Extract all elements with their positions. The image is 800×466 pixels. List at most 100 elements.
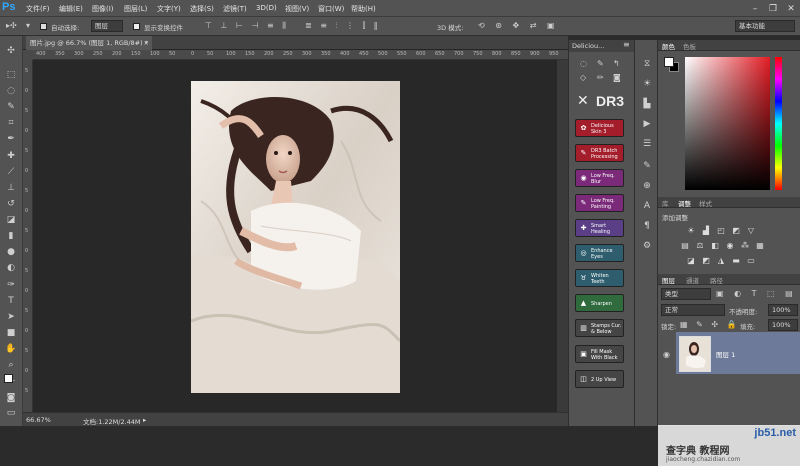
opacity-input[interactable]: 100% xyxy=(768,304,798,316)
distribute-icons[interactable]: ≣ ≡ ⫶ ⋮ ⫿ ‖ xyxy=(305,21,381,31)
properties-icon[interactable]: ☰ xyxy=(641,138,653,150)
chevron-down-icon[interactable]: ▾ xyxy=(26,21,30,30)
close-icon[interactable]: ✕ xyxy=(782,0,800,17)
3d-mode-icons[interactable]: ⟲ ⊛ ✥ ⇄ ▣ xyxy=(478,21,559,30)
shape-tool-icon[interactable]: ■ xyxy=(4,326,18,340)
lock-icons[interactable]: ▦ ✎ ✣ 🔒 xyxy=(680,320,740,329)
delicious-skin-button[interactable]: ✿ Delicious Skin 3 xyxy=(575,119,624,137)
eraser-tool-icon[interactable]: ◪ xyxy=(4,213,18,227)
menu-type[interactable]: 文字(Y) xyxy=(157,4,181,14)
close-tab-icon[interactable]: × xyxy=(144,36,149,50)
smart-healing-button[interactable]: ✚ Smart Healing xyxy=(575,219,624,237)
tab-paths[interactable]: 路径 xyxy=(710,275,723,285)
tab-channels[interactable]: 通道 xyxy=(686,275,699,285)
marquee-tool-icon[interactable]: ⬚ xyxy=(4,68,18,82)
hue-slider[interactable] xyxy=(775,57,782,190)
tab-adjustments[interactable]: 调整 xyxy=(678,198,691,208)
hue-sat-icon[interactable]: ▤ xyxy=(680,241,690,250)
minimize-icon[interactable]: – xyxy=(746,0,764,17)
restore-icon[interactable]: ❐ xyxy=(764,0,782,17)
lasso-tool-icon[interactable]: ◌ xyxy=(4,84,18,98)
menu-3d[interactable]: 3D(D) xyxy=(256,4,277,12)
menu-help[interactable]: 帮助(H) xyxy=(351,4,376,14)
document-tab[interactable]: 图片.jpg @ 66.7% (图层 1, RGB/8#) * × xyxy=(26,36,152,50)
dodge-tool-icon[interactable]: ◐ xyxy=(4,261,18,275)
brush-tool-icon[interactable]: ⟋ xyxy=(4,165,18,179)
sharpen-button[interactable]: ▲ Sharpen xyxy=(575,294,624,312)
history-brush-icon[interactable]: ↺ xyxy=(4,197,18,211)
batch-processing-button[interactable]: ✎ DR3 Batch Processing xyxy=(575,144,624,162)
layer-name[interactable]: 图层 1 xyxy=(716,349,735,359)
fill-input[interactable]: 100% xyxy=(768,319,798,331)
auto-select-dropdown[interactable]: 图层 xyxy=(91,20,123,32)
gradient-map-icon[interactable]: ▭ xyxy=(746,256,756,265)
workspace-dropdown[interactable]: 基本功能 xyxy=(735,20,795,32)
tab-swatches[interactable]: 色板 xyxy=(683,41,696,51)
layer-filter-dropdown[interactable]: 类型 xyxy=(661,288,711,300)
eraser-icon[interactable]: ◇ xyxy=(580,73,586,82)
show-transform-checkbox[interactable] xyxy=(133,23,140,30)
blend-mode-dropdown[interactable]: 正常 xyxy=(661,304,725,316)
stamp-tool-icon[interactable]: ⊥ xyxy=(4,181,18,195)
vertical-ruler[interactable]: 5 0 5 0 5 0 5 0 5 0 5 0 5 0 5 0 5 xyxy=(23,60,33,412)
vibrance-icon[interactable]: ▽ xyxy=(746,226,756,235)
tab-styles[interactable]: 样式 xyxy=(699,198,712,208)
fill-mask-button[interactable]: ▣ Fill Mask With Black xyxy=(575,345,624,363)
status-arrow-icon[interactable]: ▸ xyxy=(143,416,146,424)
menu-select[interactable]: 选择(S) xyxy=(190,4,214,14)
layer-thumbnail[interactable] xyxy=(679,336,711,372)
horizontal-ruler[interactable]: 400 350 300 250 200 150 100 50 0 50 100 … xyxy=(33,50,568,60)
gradient-tool-icon[interactable]: ▮ xyxy=(4,229,18,243)
visibility-eye-icon[interactable]: ◉ xyxy=(663,350,670,359)
channel-mixer-icon[interactable]: ⁂ xyxy=(740,241,750,250)
character-icon[interactable]: A xyxy=(641,200,653,212)
history-icon[interactable]: ⧖ xyxy=(641,58,653,70)
path-select-tool-icon[interactable]: ➤ xyxy=(4,310,18,324)
move-tool-icon[interactable]: ▸✣ xyxy=(6,21,17,30)
photo-filter-icon[interactable]: ◉ xyxy=(725,241,735,250)
menu-filter[interactable]: 滤镜(T) xyxy=(223,4,247,14)
levels-adjust-icon[interactable]: ▟ xyxy=(701,226,711,235)
tab-layers[interactable]: 图层 xyxy=(662,275,675,285)
tab-color[interactable]: 颜色 xyxy=(662,41,675,51)
move-tool-icon[interactable]: ✣ xyxy=(4,44,18,58)
lasso-icon[interactable]: ◌ xyxy=(580,59,587,68)
stamps-button[interactable]: ▥ Stamps Cur. & Below xyxy=(575,319,624,337)
pencil-icon[interactable]: ✏ xyxy=(597,73,604,82)
auto-select-checkbox[interactable] xyxy=(40,23,47,30)
foreground-color-chip[interactable] xyxy=(664,57,674,67)
menu-window[interactable]: 窗口(W) xyxy=(318,4,344,14)
paragraph-icon[interactable]: ¶ xyxy=(641,220,653,232)
menu-layer[interactable]: 图层(L) xyxy=(124,4,147,14)
zoom-level[interactable]: 66.67% xyxy=(26,416,51,424)
brush-settings-icon[interactable]: ✎ xyxy=(641,160,653,172)
mask-toggle-icon[interactable]: ◙ xyxy=(613,73,621,82)
healing-tool-icon[interactable]: ✚ xyxy=(4,149,18,163)
tool-presets-icon[interactable]: ⚙ xyxy=(641,240,653,252)
quick-select-tool-icon[interactable]: ✎ xyxy=(4,100,18,114)
menu-file[interactable]: 文件(F) xyxy=(26,4,50,14)
align-icons[interactable]: ⊤ ⊥ ⊢ ⊣ ≡ ⫼ xyxy=(205,21,289,31)
low-freq-blur-button[interactable]: ◉ Low Freq. Blur xyxy=(575,169,624,187)
vertical-scrollbar[interactable] xyxy=(557,60,568,412)
two-up-view-button[interactable]: ◫ 2 Up View xyxy=(575,370,624,388)
tab-libraries[interactable]: 库 xyxy=(662,198,669,208)
invert-icon[interactable]: ◪ xyxy=(686,256,696,265)
clone-source-icon[interactable]: ⊕ xyxy=(641,180,653,192)
brush-icon[interactable]: ✎ xyxy=(597,59,604,68)
panel-menu-icon[interactable]: ≡ xyxy=(623,40,630,49)
document-image[interactable] xyxy=(191,81,400,393)
color-lookup-icon[interactable]: ▦ xyxy=(755,241,765,250)
threshold-icon[interactable]: ◮ xyxy=(716,256,726,265)
low-freq-painting-button[interactable]: ✎ Low Freq. Painting xyxy=(575,194,624,212)
menu-edit[interactable]: 编辑(E) xyxy=(59,4,83,14)
color-spectrum[interactable] xyxy=(685,57,770,190)
black-white-icon[interactable]: ◧ xyxy=(710,241,720,250)
levels-icon[interactable]: ▙ xyxy=(641,98,653,110)
whiten-teeth-button[interactable]: ♉ Whiten Teeth xyxy=(575,269,624,287)
menu-image[interactable]: 图像(I) xyxy=(92,4,114,14)
exposure-icon[interactable]: ◩ xyxy=(731,226,741,235)
undo-icon[interactable]: ↰ xyxy=(613,59,620,68)
crop-tool-icon[interactable]: ⌗ xyxy=(4,116,18,130)
menu-view[interactable]: 视图(V) xyxy=(285,4,309,14)
